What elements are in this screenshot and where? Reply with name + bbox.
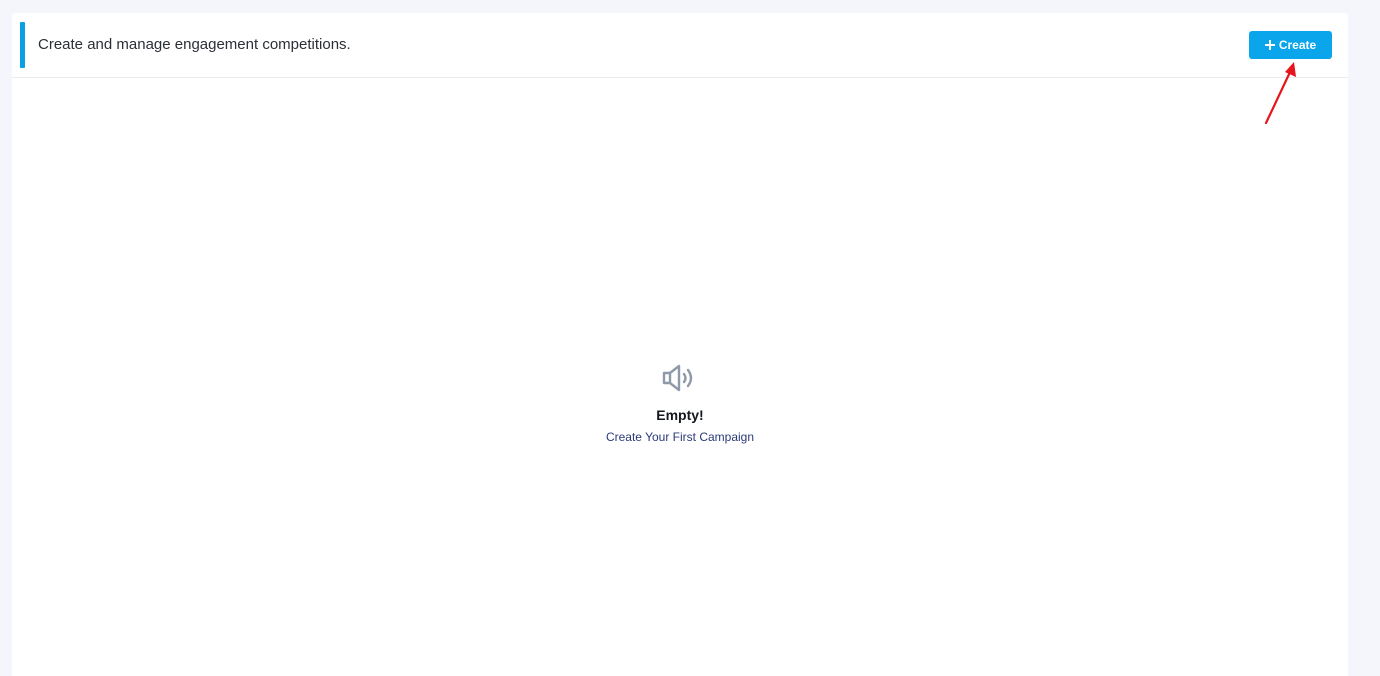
page: Create and manage engagement competition… [0, 0, 1380, 676]
megaphone-icon [662, 364, 693, 392]
create-button[interactable]: Create [1249, 31, 1332, 59]
content-card: Create and manage engagement competition… [12, 13, 1348, 676]
plus-icon [1264, 40, 1275, 50]
empty-subtitle: Create Your First Campaign [605, 430, 755, 444]
header-accent-bar [20, 22, 25, 68]
page-header: Create and manage engagement competition… [12, 13, 1348, 78]
page-title: Create and manage engagement competition… [38, 36, 351, 53]
empty-title: Empty! [656, 407, 704, 423]
create-button-label: Create [1278, 38, 1317, 52]
annotation-arrow-icon [1264, 62, 1296, 125]
empty-state: Empty! Create Your First Campaign [12, 363, 1348, 445]
